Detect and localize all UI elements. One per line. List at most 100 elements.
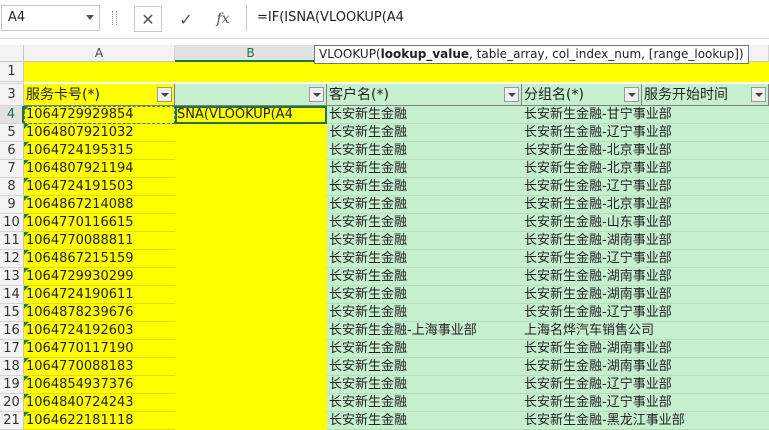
row-header[interactable]: 12 [0, 250, 24, 268]
filter-dropdown-icon[interactable] [504, 87, 519, 102]
cell-b[interactable] [175, 376, 327, 394]
column-header-a[interactable]: A [24, 45, 175, 62]
column-header-b[interactable]: B [175, 45, 327, 62]
cell-a[interactable]: 1064867214088 [24, 196, 175, 214]
filter-dropdown-icon[interactable] [624, 87, 639, 102]
row-header[interactable]: 18 [0, 358, 24, 376]
row-header[interactable]: 20 [0, 394, 24, 412]
cell-c[interactable]: 长安新生金融 [327, 394, 522, 412]
row-header[interactable]: 21 [0, 412, 24, 430]
row-header[interactable]: 10 [0, 214, 24, 232]
cell-a[interactable]: 1064770088183 [24, 358, 175, 376]
row-header[interactable]: 17 [0, 340, 24, 358]
cell-c[interactable]: 长安新生金融 [327, 142, 522, 160]
filter-dropdown-icon[interactable] [157, 87, 172, 102]
header-cell-col_b[interactable] [175, 84, 327, 106]
row-header[interactable]: 15 [0, 304, 24, 322]
cell-c[interactable]: 长安新生金融 [327, 286, 522, 304]
cell-a[interactable]: 1064724190611 [24, 286, 175, 304]
cell-b[interactable] [175, 358, 327, 376]
insert-function-button[interactable]: fx [209, 6, 237, 32]
cell-c[interactable]: 长安新生金融 [327, 214, 522, 232]
cell-a[interactable]: 1064622181118 [24, 412, 175, 430]
tooltip-fn[interactable]: VLOOKUP( [319, 47, 381, 61]
row-1-fill[interactable] [24, 62, 769, 82]
row-header[interactable]: 11 [0, 232, 24, 250]
row-header[interactable]: 8 [0, 178, 24, 196]
row-header[interactable]: 7 [0, 160, 24, 178]
cell-c[interactable]: 长安新生金融 [327, 268, 522, 286]
cell-d[interactable]: 长安新生金融-辽宁事业部 [522, 376, 769, 394]
cell-d[interactable]: 长安新生金融-北京事业部 [522, 142, 769, 160]
cell-b[interactable]: SNA(VLOOKUP(A4 [175, 106, 327, 124]
cell-a[interactable]: 1064724195315 [24, 142, 175, 160]
row-header[interactable]: 19 [0, 376, 24, 394]
header-cell-col_a[interactable]: 服务卡号(*) [24, 84, 175, 106]
cell-c[interactable]: 长安新生金融 [327, 160, 522, 178]
row-header[interactable]: 4 [0, 106, 24, 124]
enter-button[interactable]: ✓ [172, 6, 200, 32]
cell-a[interactable]: 1064729929854 [24, 106, 175, 124]
cell-c[interactable]: 长安新生金融 [327, 340, 522, 358]
cell-c[interactable]: 长安新生金融 [327, 124, 522, 142]
cell-c[interactable]: 长安新生金融 [327, 106, 522, 124]
cell-d[interactable]: 长安新生金融-辽宁事业部 [522, 304, 769, 322]
cell-b[interactable] [175, 214, 327, 232]
cell-b[interactable] [175, 286, 327, 304]
cell-c[interactable]: 长安新生金融 [327, 178, 522, 196]
cell-d[interactable]: 长安新生金融-辽宁事业部 [522, 250, 769, 268]
cell-c[interactable]: 长安新生金融 [327, 250, 522, 268]
cell-a[interactable]: 1064854937376 [24, 376, 175, 394]
row-header[interactable]: 16 [0, 322, 24, 340]
cell-a[interactable]: 1064724192603 [24, 322, 175, 340]
filter-dropdown-icon[interactable] [751, 87, 766, 102]
cell-b[interactable] [175, 142, 327, 160]
cell-a[interactable]: 1064840724243 [24, 394, 175, 412]
formula-bar-grip[interactable] [112, 11, 117, 25]
cell-c[interactable]: 长安新生金融 [327, 196, 522, 214]
cell-c[interactable]: 长安新生金融 [327, 358, 522, 376]
row-header[interactable]: 9 [0, 196, 24, 214]
header-cell-col_e[interactable]: 服务开始时间 [642, 84, 769, 106]
cell-b[interactable] [175, 322, 327, 340]
chevron-down-icon[interactable] [86, 15, 94, 20]
row-header[interactable]: 13 [0, 268, 24, 286]
cell-d[interactable]: 长安新生金融-湖南事业部 [522, 232, 769, 250]
cell-a[interactable]: 1064807921194 [24, 160, 175, 178]
cell-c[interactable]: 长安新生金融 [327, 412, 522, 430]
cell-b[interactable] [175, 394, 327, 412]
cell-d[interactable]: 上海名烨汽车销售公司 [522, 322, 769, 340]
row-header[interactable]: 1 [0, 62, 24, 82]
cell-a[interactable]: 1064770088811 [24, 232, 175, 250]
row-header[interactable]: 3 [0, 84, 24, 106]
cell-d[interactable]: 长安新生金融-山东事业部 [522, 214, 769, 232]
cell-d[interactable]: 长安新生金融-北京事业部 [522, 196, 769, 214]
select-all-corner[interactable] [0, 45, 24, 62]
cell-a[interactable]: 1064867215159 [24, 250, 175, 268]
cell-a[interactable]: 1064807921032 [24, 124, 175, 142]
header-cell-col_c[interactable]: 客户名(*) [327, 84, 522, 106]
cell-d[interactable]: 长安新生金融-辽宁事业部 [522, 394, 769, 412]
filter-dropdown-icon[interactable] [309, 87, 324, 102]
row-header[interactable]: 5 [0, 124, 24, 142]
cell-b[interactable] [175, 268, 327, 286]
name-box[interactable]: A4 [1, 5, 100, 31]
cell-d[interactable]: 长安新生金融-湖南事业部 [522, 340, 769, 358]
cell-c[interactable]: 长安新生金融-上海事业部 [327, 322, 522, 340]
row-header[interactable]: 14 [0, 286, 24, 304]
cell-b[interactable] [175, 160, 327, 178]
cell-b[interactable] [175, 124, 327, 142]
cell-d[interactable]: 长安新生金融-甘宁事业部 [522, 106, 769, 124]
cell-d[interactable]: 长安新生金融-辽宁事业部 [522, 124, 769, 142]
header-cell-col_d[interactable]: 分组名(*) [522, 84, 642, 106]
cell-c[interactable]: 长安新生金融 [327, 304, 522, 322]
cell-b[interactable] [175, 412, 327, 430]
cell-d[interactable]: 长安新生金融-湖南事业部 [522, 358, 769, 376]
cell-a[interactable]: 1064770117190 [24, 340, 175, 358]
cell-b[interactable] [175, 304, 327, 322]
cell-d[interactable]: 长安新生金融-辽宁事业部 [522, 178, 769, 196]
cell-a[interactable]: 1064878239676 [24, 304, 175, 322]
cancel-button[interactable]: ✕ [134, 6, 162, 32]
row-header[interactable]: 6 [0, 142, 24, 160]
cell-b[interactable] [175, 340, 327, 358]
